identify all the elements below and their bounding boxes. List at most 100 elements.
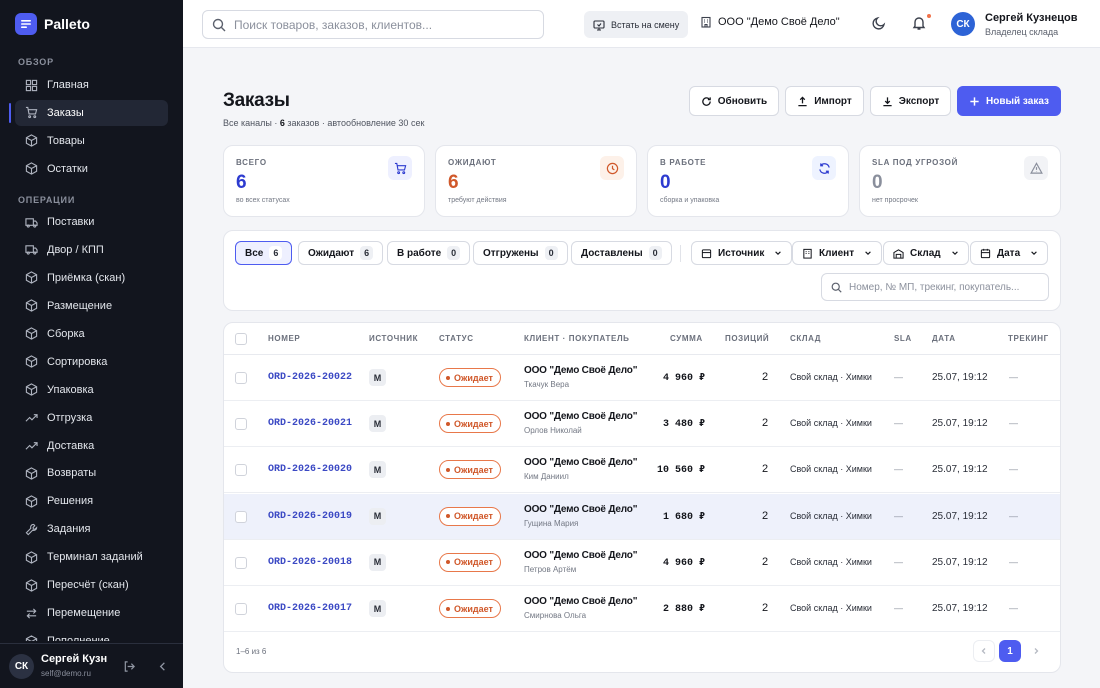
buyer-name: Смирнова Ольга (524, 611, 587, 620)
sidebar-item-размещение[interactable]: Размещение (15, 293, 168, 319)
table-row[interactable]: ORD-2026-20022 M Ожидает ООО "Демо Своё Дел… (224, 355, 1060, 401)
sidebar-item-сборка[interactable]: Сборка (15, 321, 168, 347)
sidebar-item-остатки[interactable]: Остатки (15, 156, 168, 182)
col-client[interactable]: КЛИЕНТ · ПОКУПАТЕЛЬ (524, 334, 630, 343)
export-button[interactable]: Экспорт (870, 86, 951, 116)
search-input[interactable] (234, 17, 524, 32)
row-checkbox[interactable] (235, 603, 247, 615)
orders-search-input[interactable] (849, 281, 1044, 293)
tracking-value: — (1009, 603, 1018, 613)
table-row[interactable]: ORD-2026-20021 M Ожидает ООО "Демо Своё Дел… (224, 401, 1060, 448)
filter-dropdown[interactable]: Склад (883, 241, 969, 265)
row-checkbox[interactable] (235, 510, 247, 523)
sidebar-item-отгрузка[interactable]: Отгрузка (15, 405, 168, 431)
order-number-link[interactable]: ORD-2026-20018 (268, 557, 352, 568)
col-number[interactable]: НОМЕР (268, 334, 300, 343)
sidebar-item-главная[interactable]: Главная (15, 72, 168, 98)
sidebar-item-двор-кпп[interactable]: Двор / КПП (15, 237, 168, 263)
status-label: Ожидает (454, 603, 493, 614)
order-sum: 4 960 ₽ (662, 557, 705, 569)
warehouse-name: Свой склад · Химки (790, 603, 872, 613)
start-shift-button[interactable]: Встать на смену (584, 11, 689, 38)
row-checkbox[interactable] (235, 372, 247, 384)
user-name[interactable]: Сергей Кузнецов (985, 12, 1077, 24)
filter-dropdown[interactable]: Источник (691, 241, 793, 265)
sidebar-item-сортировка[interactable]: Сортировка (15, 349, 168, 375)
sidebar-item-задания[interactable]: Задания (15, 516, 168, 542)
status-label: Ожидает (454, 511, 493, 522)
col-positions[interactable]: ПОЗИЦИЙ (725, 334, 769, 343)
row-checkbox[interactable] (235, 418, 247, 431)
col-sum[interactable]: СУММА (670, 334, 703, 343)
sidebar-item-пересчёт-скан[interactable]: Пересчёт (скан) (15, 572, 168, 598)
page-button[interactable]: 1 (999, 640, 1021, 662)
status-filter-chip[interactable]: В работе 0 (387, 241, 471, 265)
brand[interactable]: Palleto (15, 13, 90, 35)
sidebar-item-поставки[interactable]: Поставки (15, 209, 168, 235)
refresh-button[interactable]: Обновить (689, 86, 779, 116)
user-avatar[interactable]: СК (951, 12, 975, 36)
building-icon (802, 248, 813, 259)
sidebar-item-упаковка[interactable]: Упаковка (15, 377, 168, 403)
sla-value: — (894, 510, 903, 521)
logout-icon[interactable] (123, 660, 136, 673)
sidebar-item-перемещение[interactable]: Перемещение (15, 600, 168, 626)
prev-page-button[interactable] (973, 640, 995, 662)
select-all-checkbox[interactable] (235, 333, 247, 345)
col-sla[interactable]: SLA (894, 334, 912, 343)
table-row[interactable]: ORD-2026-20020 M Ожидает ООО "Демо Своё Дел… (224, 447, 1060, 494)
sla-value: — (894, 372, 903, 382)
new-order-button[interactable]: Новый заказ (957, 86, 1061, 116)
sidebar-item-решения[interactable]: Решения (15, 488, 168, 514)
row-checkbox[interactable] (235, 464, 247, 477)
monitor-icon (593, 19, 605, 31)
trend-icon (25, 439, 38, 452)
collapse-sidebar-icon[interactable] (156, 660, 169, 673)
status-filter-chip[interactable]: Ожидают 6 (298, 241, 384, 265)
col-tracking[interactable]: ТРЕКИНГ (1008, 334, 1049, 343)
table-row[interactable]: ORD-2026-20018 M Ожидает ООО "Демо Своё Дел… (224, 540, 1060, 586)
page-title: Заказы (223, 90, 290, 111)
box-icon (25, 355, 38, 368)
order-number-link[interactable]: ORD-2026-20017 (268, 603, 352, 614)
stat-subtitle: во всех статусах (236, 197, 290, 204)
col-status[interactable]: СТАТУС (439, 334, 474, 343)
sidebar-item-приёмка-скан[interactable]: Приёмка (скан) (15, 265, 168, 291)
status-filter-chip[interactable]: Все 6 (235, 241, 293, 265)
notifications-bell-icon[interactable] (911, 15, 927, 31)
orders-search[interactable] (821, 273, 1049, 301)
col-source[interactable]: ИСТОЧНИК (369, 334, 418, 343)
stat-value: 6 (236, 172, 247, 193)
order-number-link[interactable]: ORD-2026-20021 (268, 418, 352, 429)
nav-operations: Поставки Двор / КПП Приёмка (скан) Размещен… (15, 209, 168, 641)
status-dot (446, 467, 450, 472)
import-button[interactable]: Импорт (785, 86, 864, 116)
theme-toggle-icon[interactable] (871, 15, 887, 31)
col-date[interactable]: ДАТА (932, 334, 956, 343)
sidebar-item-возвраты[interactable]: Возвраты (15, 460, 168, 486)
next-page-button[interactable] (1025, 640, 1047, 662)
table-row[interactable]: ORD-2026-20019 M Ожидает ООО "Демо Своё Дел… (224, 493, 1060, 540)
org-switcher[interactable]: ООО "Демо Своё Дело" (700, 16, 840, 28)
table-row[interactable]: ORD-2026-20017 M Ожидает ООО "Демо Своё Дел… (224, 586, 1060, 632)
status-badge: Ожидает (439, 414, 501, 434)
client-name: ООО "Демо Своё Дело" (524, 457, 638, 469)
status-filter-chip[interactable]: Отгружены 0 (473, 241, 568, 265)
order-number-link[interactable]: ORD-2026-20022 (268, 372, 352, 383)
avatar[interactable]: СК (9, 654, 34, 679)
row-checkbox[interactable] (235, 556, 247, 569)
filter-dropdown[interactable]: Дата (970, 241, 1049, 265)
chevron-down-icon (951, 249, 959, 257)
col-warehouse[interactable]: СКЛАД (790, 334, 821, 343)
sidebar-item-терминал-заданий[interactable]: Терминал заданий (15, 544, 168, 570)
sidebar-item-доставка[interactable]: Доставка (15, 433, 168, 459)
sidebar-item-пополнение[interactable]: Пополнение (15, 628, 168, 641)
status-filter-chip[interactable]: Доставлены 0 (571, 241, 672, 265)
order-number-link[interactable]: ORD-2026-20019 (268, 511, 352, 522)
section-title-overview: ОБЗОР (18, 57, 54, 67)
filter-dropdown[interactable]: Клиент (792, 241, 883, 265)
sidebar-item-заказы[interactable]: Заказы (15, 99, 168, 126)
sidebar-item-товары[interactable]: Товары (15, 128, 168, 154)
order-number-link[interactable]: ORD-2026-20020 (268, 464, 352, 475)
global-search[interactable] (202, 10, 544, 39)
